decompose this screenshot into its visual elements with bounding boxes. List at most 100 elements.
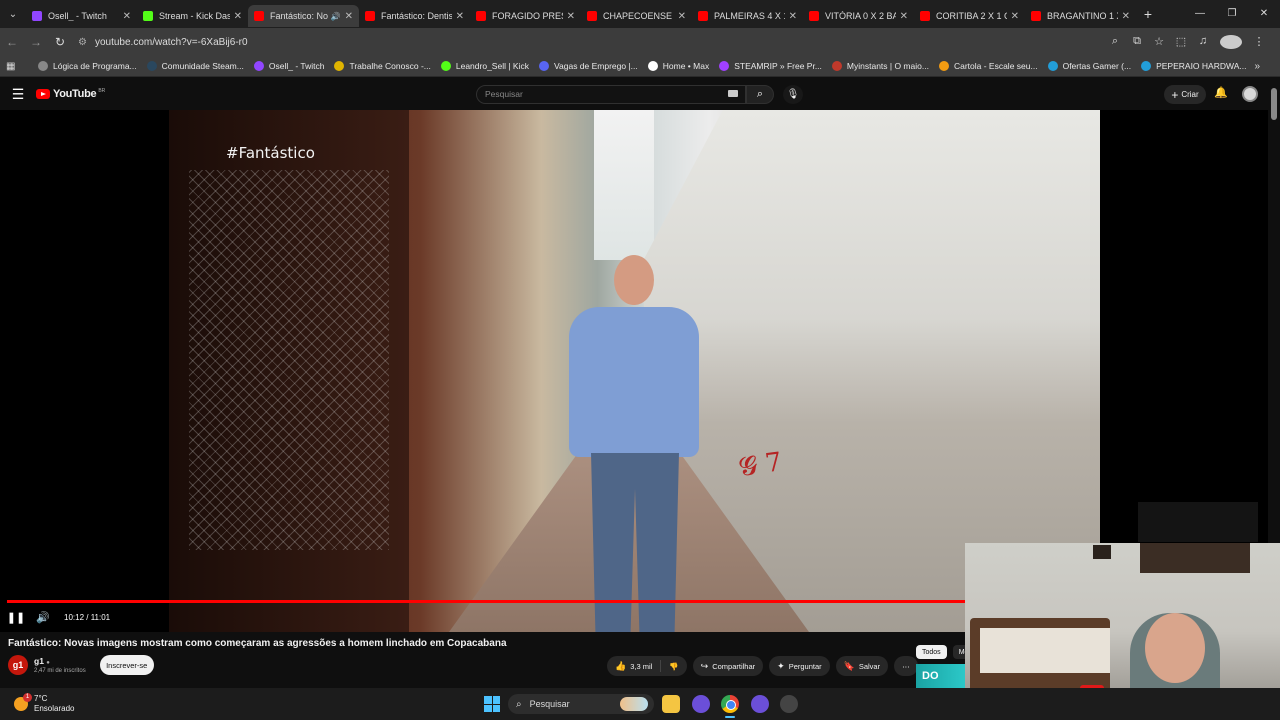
bookmark-item[interactable]: Vagas de Emprego |... (538, 61, 638, 71)
bookmark-item[interactable]: Lógica de Programa... (38, 61, 137, 71)
create-label: Criar (1181, 90, 1199, 99)
browser-tab[interactable]: CHAPECOENSE 1 ✕ (581, 5, 692, 27)
save-button[interactable]: 🔖 Salvar (835, 656, 889, 676)
tab-close-icon[interactable]: ✕ (900, 11, 908, 22)
bookmark-item[interactable]: Home • Max (647, 61, 709, 71)
scrollbar-thumb[interactable] (1271, 88, 1277, 120)
tab-favicon-icon (920, 11, 930, 21)
browser-tab[interactable]: Osell_ - Twitch ✕ (26, 5, 137, 27)
tab-search-icon[interactable]: ⌄ (0, 0, 26, 28)
browser-menu-icon[interactable]: ⋮ (1248, 35, 1270, 49)
windows-start-icon[interactable] (484, 696, 500, 712)
extensions-icon[interactable]: ⬚ (1170, 35, 1192, 49)
url-field[interactable]: ⚙ youtube.com/watch?v=-6XaBij6-r0 (78, 31, 1104, 53)
progress-bar[interactable] (7, 600, 965, 603)
video-frame[interactable]: 𝓖 7 (169, 110, 1100, 632)
new-tab-button[interactable]: + (1136, 6, 1160, 22)
bookmark-item[interactable]: Myinstants | O maio... (831, 61, 929, 71)
subscribe-button[interactable]: Inscrever-se (99, 655, 154, 675)
browser-tab[interactable]: Stream - Kick Das ✕ (137, 5, 248, 27)
bookmark-item[interactable]: Leandro_Sell | Kick (440, 61, 529, 71)
bookmark-item[interactable]: Cartola - Escale seu... (938, 61, 1038, 71)
search-input[interactable]: Pesquisar (476, 85, 746, 104)
browser-tab[interactable]: PALMEIRAS 4 X 1 ✕ (692, 5, 803, 27)
related-video-thumbnail[interactable]: DO (916, 664, 966, 688)
file-explorer-icon[interactable] (662, 695, 680, 713)
verified-icon: ● (46, 660, 50, 666)
chrome-icon[interactable] (721, 695, 739, 713)
minimize-icon[interactable]: — (1184, 0, 1216, 28)
bookmark-favicon-icon (538, 61, 549, 71)
time-display: 10:12 / 11:01 (64, 612, 111, 622)
site-info-icon[interactable]: ⚙ (78, 37, 87, 48)
weather-widget[interactable]: 7°C Ensolarado (14, 693, 74, 714)
create-button[interactable]: + Criar (1164, 85, 1206, 104)
tab-close-icon[interactable]: ✕ (456, 11, 464, 22)
bookmark-item[interactable]: Ofertas Gamer (... (1047, 61, 1131, 71)
more-bookmarks-icon[interactable]: » (1254, 61, 1260, 72)
more-actions-button[interactable]: ⋯ (894, 656, 918, 676)
tab-audio-icon[interactable]: 🔊 (331, 12, 341, 21)
tab-close-icon[interactable]: ✕ (123, 11, 131, 22)
tab-close-icon[interactable]: ✕ (234, 11, 242, 22)
guide-menu-icon[interactable]: ☰ (0, 86, 36, 103)
volume-icon[interactable]: 🔊 (32, 611, 54, 624)
reporter-jeans (591, 453, 679, 632)
tab-close-icon[interactable]: ✕ (1011, 11, 1019, 22)
bookmark-item[interactable]: STEAMRIP » Free Pr... (719, 61, 822, 71)
bookmark-favicon-icon (253, 61, 264, 71)
share-button[interactable]: ↪ Compartilhar (692, 656, 764, 676)
taskbar-search[interactable]: ⌕ Pesquisar (508, 694, 654, 714)
media-controls-icon[interactable]: ♫ (1192, 35, 1214, 49)
profile-avatar[interactable] (1220, 35, 1242, 49)
player-controls: ❚❚ 🔊 10:12 / 11:01 (0, 606, 110, 628)
chip-all[interactable]: Todos (916, 645, 947, 659)
bookmark-item[interactable]: Osell_ - Twitch (253, 61, 324, 71)
zoom-icon[interactable]: ⌕ (1104, 35, 1126, 49)
webcam-streamer-face (1145, 613, 1205, 683)
weather-text: 7°C Ensolarado (34, 694, 74, 714)
keyboard-icon[interactable] (728, 90, 738, 97)
voice-search-button[interactable]: 🎙 (783, 85, 803, 104)
restore-icon[interactable]: ❐ (1216, 0, 1248, 28)
bookmark-item[interactable]: Trabalhe Conosco -... (334, 61, 431, 71)
channel-name[interactable]: g1 ● (34, 656, 86, 666)
twitch-app-icon[interactable] (692, 695, 710, 713)
browser-tab[interactable]: BRAGANTINO 1 X ✕ (1025, 5, 1136, 27)
channel-avatar[interactable]: g1 (8, 655, 28, 675)
apps-grid-icon[interactable]: ▦ (6, 61, 30, 72)
browser-tab[interactable]: VITÓRIA 0 X 2 BA ✕ (803, 5, 914, 27)
tab-close-icon[interactable]: ✕ (789, 11, 797, 22)
app-icon[interactable] (780, 695, 798, 713)
tab-favicon-icon (809, 11, 819, 21)
account-avatar[interactable] (1242, 86, 1258, 102)
browser-tab[interactable]: Fantástico: Dentis ✕ (359, 5, 470, 27)
bookmark-star-icon[interactable]: ☆ (1148, 35, 1170, 49)
tab-close-icon[interactable]: ✕ (345, 11, 353, 22)
bookmark-label: Vagas de Emprego |... (553, 61, 638, 71)
pause-icon[interactable]: ❚❚ (0, 611, 32, 624)
tab-close-icon[interactable]: ✕ (678, 11, 686, 22)
bookmark-item[interactable]: PEPERAIO HARDWA... (1141, 61, 1246, 71)
dislike-button[interactable]: 👎 (661, 656, 686, 676)
ask-button[interactable]: ✦ Perguntar (769, 656, 830, 676)
search-button[interactable]: ⌕ (746, 85, 774, 104)
bookmark-label: Trabalhe Conosco -... (349, 61, 431, 71)
like-button[interactable]: 👍 3,3 mil (607, 656, 660, 676)
tab-close-icon[interactable]: ✕ (1122, 11, 1130, 22)
cast-icon[interactable]: ⧉ (1126, 35, 1148, 49)
sun-icon (14, 693, 32, 711)
bookmarks-bar: ▦ Lógica de Programa... Comunidade Steam.… (0, 56, 1280, 77)
discord-icon[interactable] (751, 695, 769, 713)
tab-close-icon[interactable]: ✕ (567, 11, 575, 22)
reload-icon[interactable]: ↻ (48, 35, 72, 49)
browser-tab[interactable]: CORITIBA 2 X 1 C ✕ (914, 5, 1025, 27)
forward-icon[interactable]: → (24, 35, 48, 49)
youtube-logo[interactable]: YouTube BR (36, 88, 105, 100)
back-icon[interactable]: ← (0, 35, 24, 49)
notifications-bell-icon[interactable]: 🔔 (1214, 86, 1228, 99)
browser-tab[interactable]: Fantástico: No 🔊 ✕ (248, 5, 359, 27)
browser-tab[interactable]: FORAGIDO PRESO ✕ (470, 5, 581, 27)
bookmark-item[interactable]: Comunidade Steam... (146, 61, 244, 71)
close-window-icon[interactable]: ✕ (1248, 0, 1280, 28)
